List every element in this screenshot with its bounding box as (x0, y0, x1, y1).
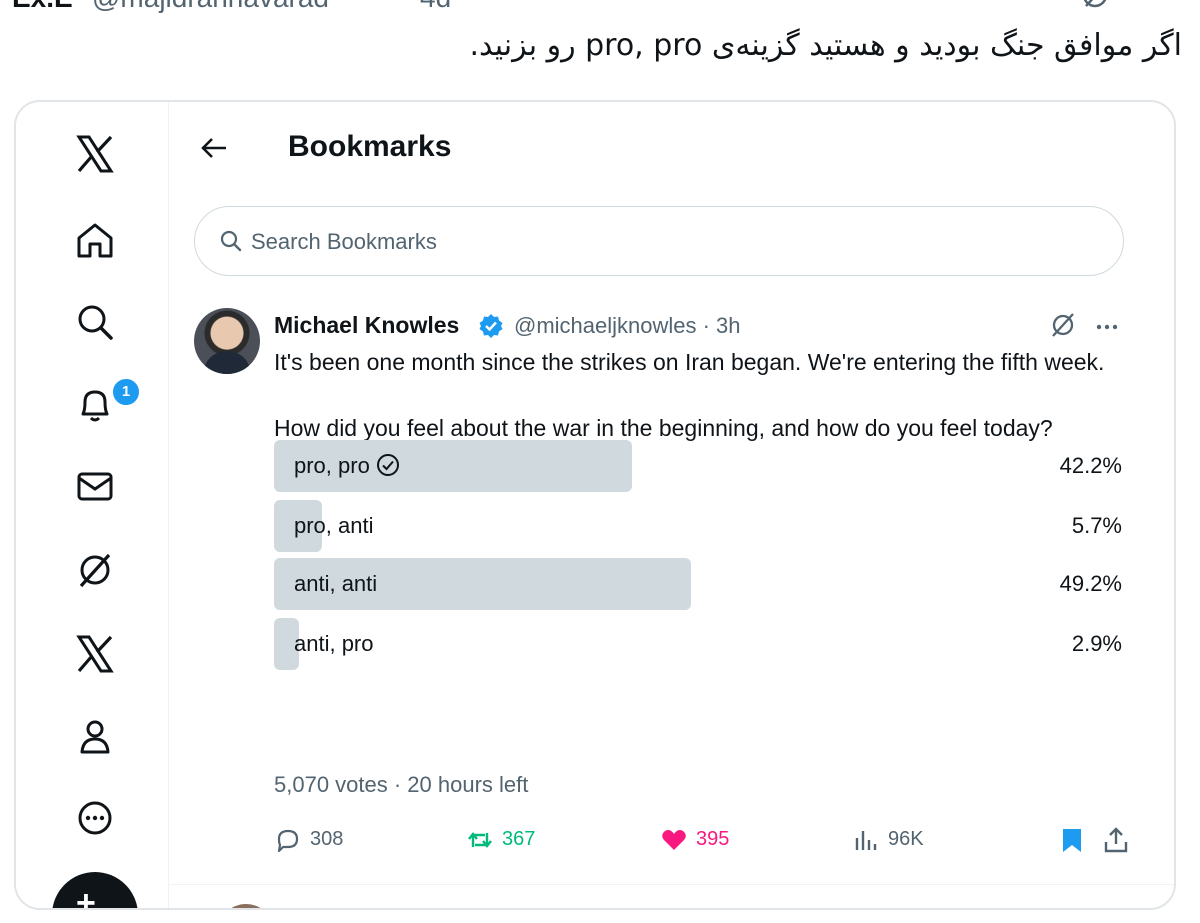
profile-icon[interactable] (73, 714, 117, 758)
poll-option[interactable]: anti, anti 49.2% (274, 558, 1122, 610)
x-logo-icon[interactable] (73, 132, 117, 176)
bookmark-button[interactable] (1058, 822, 1086, 862)
poll-option-label: anti, pro (294, 631, 374, 656)
outer-author-handle[interactable]: @majidrahnavarad (92, 0, 329, 14)
share-button[interactable] (1102, 822, 1130, 862)
author-name[interactable]: Michael Knowles (274, 312, 459, 339)
avatar[interactable] (194, 308, 260, 374)
grok-icon[interactable] (73, 548, 117, 592)
poll-option-label: anti, anti (294, 571, 378, 596)
views-count: 96K (888, 828, 924, 850)
more-options-icon[interactable] (1092, 312, 1122, 342)
page-title: Bookmarks (288, 130, 452, 163)
verified-badge-icon (478, 313, 504, 339)
grok-icon[interactable] (1078, 0, 1112, 12)
tweet[interactable]: Michael Knowles @michaeljknowles · 3h It… (168, 292, 1174, 885)
reply-icon (277, 829, 299, 853)
views-icon (855, 831, 877, 850)
check-circle-icon (376, 453, 400, 477)
poll-option-percent: 2.9% (1071, 631, 1122, 656)
embedded-screenshot: 1 + Bookmarks Search Bookmarks Michael K… (14, 100, 1176, 910)
poll-option[interactable]: anti, pro 2.9% (274, 618, 1122, 670)
poll-option[interactable]: pro, pro 42.2% (274, 440, 1122, 492)
search-input[interactable]: Search Bookmarks (194, 206, 1124, 276)
poll-option-label: pro, pro (294, 453, 400, 479)
outer-post-time: 4d (420, 0, 451, 14)
bookmark-icon (1063, 829, 1081, 852)
mail-icon[interactable] (73, 464, 117, 508)
poll-option-percent: 5.7% (1071, 513, 1122, 538)
share-icon (1104, 827, 1128, 853)
outer-author-name[interactable]: Ex.E (12, 0, 73, 14)
compose-button[interactable]: + (52, 872, 138, 910)
poll-meta: 5,070 votes · 20 hours left (274, 772, 529, 797)
avatar[interactable] (218, 904, 274, 908)
back-arrow-icon[interactable] (198, 132, 230, 164)
tweet-actions: 308 367 395 96K (274, 822, 1128, 862)
outer-post-caption: اگر موافق جنگ بودید و هستید گزینه‌ی pro,… (469, 28, 1182, 63)
poll-option[interactable]: pro, anti 5.7% (274, 500, 1122, 552)
tweet-text: It's been one month since the strikes on… (274, 349, 1105, 441)
grok-icon[interactable] (1048, 310, 1078, 340)
search-icon[interactable] (73, 300, 117, 344)
search-icon (219, 229, 243, 253)
author-handle[interactable]: @michaeljknowles · 3h (514, 313, 741, 339)
repost-icon (468, 832, 492, 848)
notification-badge: 1 (111, 377, 141, 407)
more-circle-icon[interactable] (73, 796, 117, 840)
heart-icon (662, 830, 686, 850)
reply-count: 308 (310, 828, 344, 850)
poll-option-percent: 42.2% (1059, 453, 1122, 478)
divider (168, 884, 1174, 885)
x-premium-icon[interactable] (73, 632, 117, 676)
poll-option-percent: 49.2% (1059, 571, 1122, 596)
repost-count: 367 (502, 828, 536, 850)
like-count: 395 (696, 828, 730, 850)
poll-option-label: pro, anti (294, 513, 374, 538)
search-placeholder: Search Bookmarks (251, 229, 437, 254)
outer-post-header: Ex.E @majidrahnavarad 4d (0, 0, 1200, 14)
main-column: Bookmarks Search Bookmarks Michael Knowl… (168, 102, 1174, 908)
home-icon[interactable] (73, 218, 117, 262)
sidebar: 1 + (16, 102, 169, 908)
compose-icon: + (76, 884, 96, 910)
